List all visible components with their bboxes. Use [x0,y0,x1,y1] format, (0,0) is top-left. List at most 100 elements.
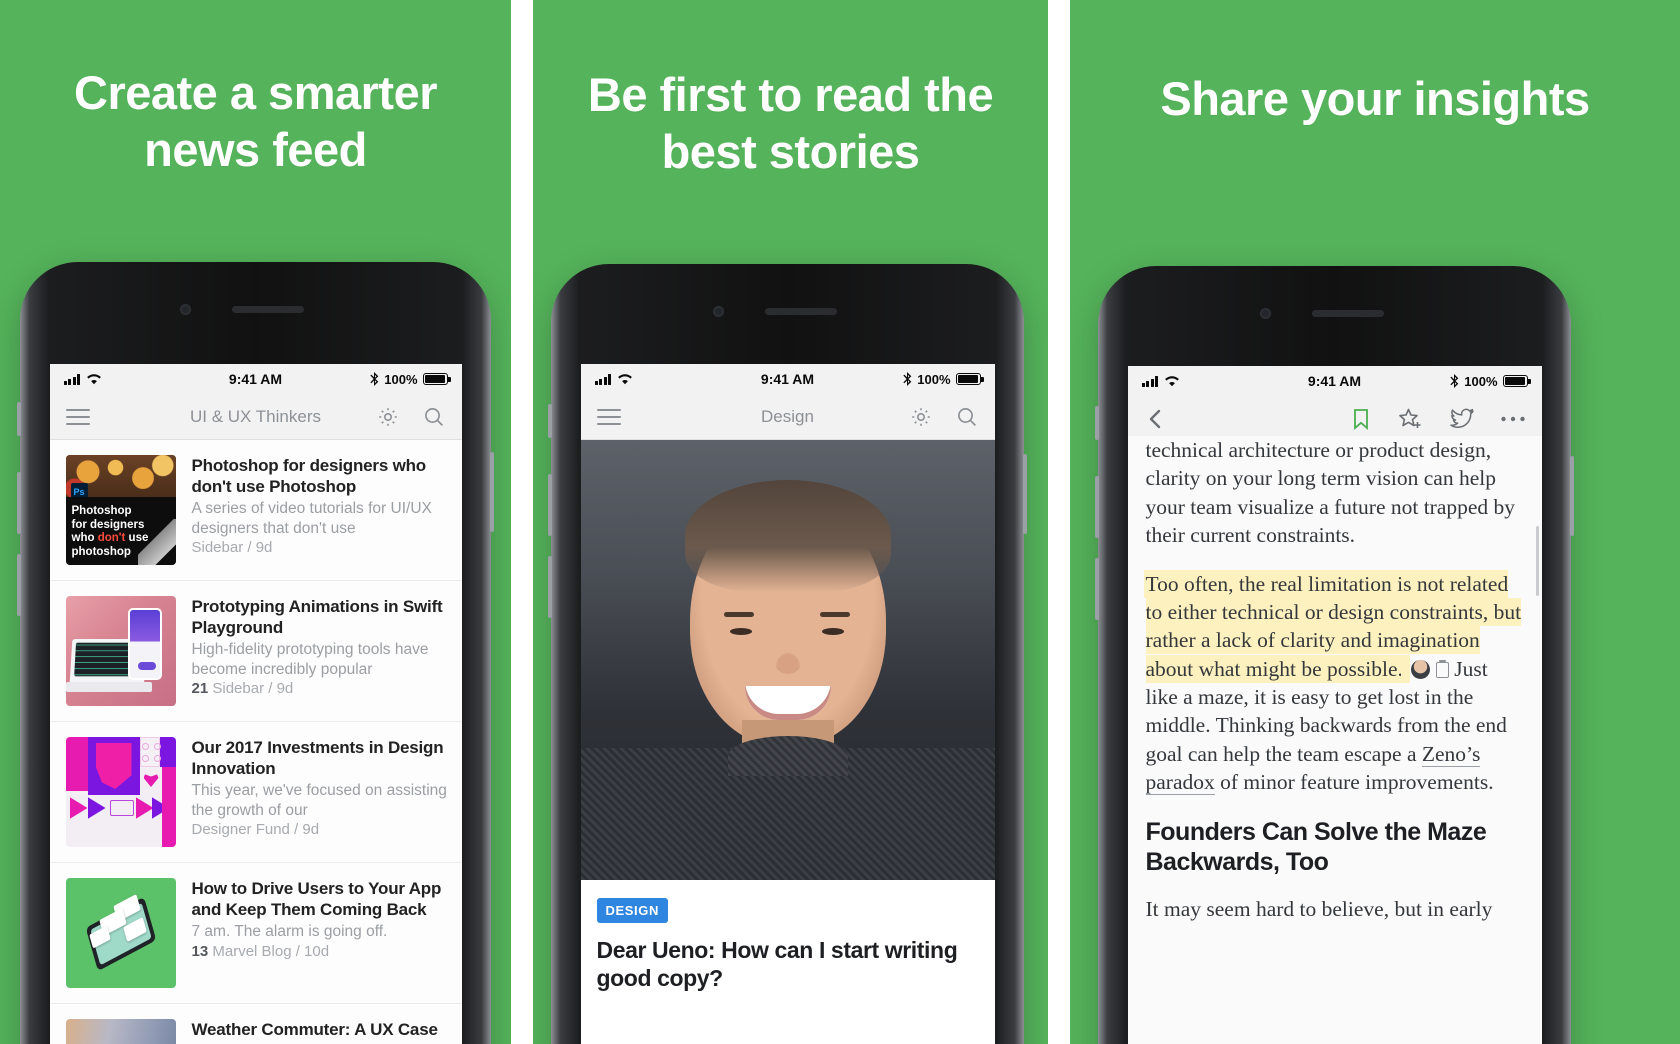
thumbnail-swift [65,596,176,706]
article-paragraph-3: It may seem hard to believe, but in earl… [1145,896,1493,921]
phone-button-volume-down [1095,558,1099,620]
phone-mockup-1: 9:41 AM 100% UI & UX Thinkers Ps Photosh… [17,262,494,1044]
avatar [1411,659,1431,679]
promo-panel-3: Share your insights 9:41 AM 100% technic… [1070,0,1680,1044]
hamburger-icon[interactable] [596,408,621,425]
thumbnail-weather [65,1019,176,1044]
phone-button-power [1023,454,1027,534]
chevron-left-icon[interactable] [1144,407,1168,431]
panel-1-title: Create a smarter news feed [74,66,438,177]
wifi-icon [1165,376,1179,387]
app-nav-bar: UI & UX Thinkers [49,394,462,440]
battery-icon [1502,375,1531,387]
phone-button-volume-down [548,556,552,618]
article-reader[interactable]: technical architecture or product design… [1127,436,1542,1044]
bluetooth-icon [903,372,912,386]
status-bar: 9:41 AM 100% [580,364,995,394]
list-item-title: Our 2017 Investments in Design Innovatio… [191,738,444,778]
list-item-text: Weather Commuter: A UX Case Study [192,1019,448,1044]
scrollbar[interactable] [1535,526,1539,596]
list-item-desc: 7 am. The alarm is going off. [191,923,388,941]
thumbnail-photoshop: Ps Photoshop for designers who don't use… [65,455,176,565]
phone-button-silent [1095,406,1099,440]
screenshot-root: Create a smarter news feed 9:41 AM 100% … [0,0,1680,1044]
earpiece-speaker [232,306,304,313]
bluetooth-icon [1450,374,1459,388]
nav-actions [376,405,446,429]
list-item-text: Photoshop for designers who don't use Ph… [192,455,448,565]
status-bar-left [63,373,103,385]
earpiece-speaker [765,308,837,315]
panel-2-title: Be first to read the best stories [587,68,994,179]
list-item-desc: This year, we've focused on assisting th… [191,782,447,819]
phone-button-silent [17,402,21,436]
phone-button-volume-up [548,474,552,536]
status-bar: 9:41 AM 100% [49,364,462,394]
bluetooth-icon [370,372,379,386]
battery-percent-label: 100% [384,371,418,387]
phone-mockup-3: 9:41 AM 100% technical architecture or p… [1095,266,1574,1044]
status-bar-right: 100% [903,371,984,387]
list-item[interactable]: How to Drive Users to Your App and Keep … [49,863,462,1004]
phone-3-screen: 9:41 AM 100% technical architecture or p… [1127,366,1542,1044]
front-camera [1260,308,1271,319]
article-subheading: Founders Can Solve the Maze Backwards, T… [1145,817,1487,876]
category-tag[interactable]: DESIGN [596,898,668,923]
cellular-signal-icon [594,373,611,385]
phone-1-screen: 9:41 AM 100% UI & UX Thinkers Ps Photosh… [49,364,462,1044]
phone-button-volume-up [17,472,21,534]
gear-icon[interactable] [376,405,400,429]
list-item[interactable]: Ps Photoshop for designers who don't use… [49,440,462,581]
list-item-meta: Sidebar / 9d [191,538,273,556]
phone-button-silent [548,404,552,438]
phone-button-volume-up [1095,476,1099,538]
wifi-icon [618,374,632,385]
promo-panel-2: Be first to read the best stories 9:41 A… [533,0,1048,1044]
reader-actions [1350,407,1526,431]
promo-panel-1: Create a smarter news feed 9:41 AM 100% … [0,0,511,1044]
status-bar-left [1141,375,1181,387]
list-item-text: Our 2017 Investments in Design Innovatio… [192,737,448,847]
list-item-title: Prototyping Animations in Swift Playgrou… [191,597,443,637]
star-plus-icon[interactable] [1398,407,1424,431]
list-item-desc: High-fidelity prototyping tools have bec… [191,641,429,678]
nav-actions [909,405,979,429]
list-item[interactable]: Our 2017 Investments in Design Innovatio… [49,722,462,863]
search-icon[interactable] [955,405,979,429]
bookmark-icon[interactable] [1350,407,1372,431]
gear-icon[interactable] [909,405,933,429]
copy-icon[interactable] [1436,659,1450,678]
list-item[interactable]: Prototyping Animations in Swift Playgrou… [49,581,462,722]
phone-button-power [490,452,494,532]
list-item-text: Prototyping Animations in Swift Playgrou… [192,596,448,706]
list-item-meta: 13 Marvel Blog / 10d [191,942,330,960]
hamburger-icon[interactable] [65,408,90,425]
search-icon[interactable] [422,405,446,429]
battery-icon [955,373,984,385]
thumbnail-investments [65,737,176,847]
list-item-meta: Designer Fund / 9d [191,820,320,838]
wifi-icon [87,374,101,385]
featured-article-card[interactable]: DESIGN Dear Ueno: How can I start writin… [580,440,995,993]
status-bar-right: 100% [1450,373,1531,389]
battery-percent-label: 100% [917,371,951,387]
phone-mockup-2: 9:41 AM 100% Design DESIGN Dear Ueno: Ho… [548,264,1027,1044]
front-camera [180,304,191,315]
article-paragraph-2: Too often, the real limitation is not re… [1145,571,1522,796]
status-bar-right: 100% [370,371,451,387]
list-item[interactable]: Weather Commuter: A UX Case Study [50,1004,462,1044]
card-body: DESIGN Dear Ueno: How can I start writin… [580,880,995,993]
battery-percent-label: 100% [1464,373,1498,389]
earpiece-speaker [1312,310,1384,317]
panel-3-title: Share your insights [1160,72,1590,125]
article-feed-list[interactable]: Ps Photoshop for designers who don't use… [49,440,462,1044]
hero-photo [580,440,995,880]
twitter-bird-icon[interactable] [1449,408,1474,430]
list-item-title: How to Drive Users to Your App and Keep … [191,879,442,919]
more-dots-icon[interactable] [1500,415,1526,423]
status-bar: 9:41 AM 100% [1127,366,1542,396]
card-title: Dear Ueno: How can I start writing good … [596,937,958,991]
app-nav-bar: Design [580,394,995,440]
battery-icon [422,373,451,385]
list-item-meta: 21 Sidebar / 9d [191,679,294,697]
